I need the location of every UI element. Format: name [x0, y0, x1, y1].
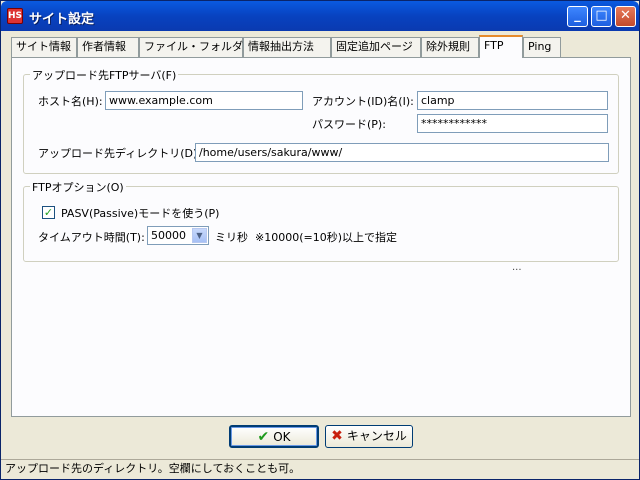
ok-label: OK [273, 430, 291, 444]
timeout-value: 50000 [151, 229, 186, 242]
ftp-options-group-title: FTPオプション(O) [30, 179, 126, 195]
close-button[interactable]: ✕ [615, 6, 636, 27]
title-bar[interactable]: HS サイト設定 _ □ ✕ [1, 1, 639, 31]
timeout-select[interactable]: 50000 ▼ [147, 226, 209, 245]
site-settings-window: HS サイト設定 _ □ ✕ サイト情報 作者情報 ファイル・フォルダ 情報抽出… [0, 0, 640, 480]
host-label: ホスト名(H): [38, 95, 103, 108]
minimize-button[interactable]: _ [567, 6, 588, 27]
tab-fixed-pages[interactable]: 固定追加ページ [331, 37, 421, 57]
directory-input[interactable]: /home/users/sakura/www/ [195, 143, 609, 162]
chevron-down-icon[interactable]: ▼ [192, 228, 207, 243]
tab-ftp[interactable]: FTP [479, 35, 523, 58]
ftp-options-group: FTPオプション(O) ✓ PASV(Passive)モードを使う(P) タイム… [23, 179, 619, 262]
timeout-unit: ミリ秒 [215, 231, 248, 244]
tab-ping[interactable]: Ping [523, 37, 561, 57]
tab-file-folder[interactable]: ファイル・フォルダ [139, 37, 243, 57]
checkmark-icon: ✔ [257, 429, 270, 445]
window-title: サイト設定 [29, 12, 95, 27]
password-input[interactable]: ************ [417, 114, 608, 133]
ftp-panel: アップロード先FTPサーバ(F) ホスト名(H): www.example.co… [11, 57, 631, 417]
ok-button[interactable]: ✔ OK [229, 425, 319, 448]
cancel-label: キャンセル [346, 429, 407, 443]
timeout-label: タイムアウト時間(T): [38, 231, 145, 244]
account-label: アカウント(ID)名(I): [312, 95, 414, 108]
host-input[interactable]: www.example.com [105, 91, 303, 110]
timeout-note: ※10000(=10秒)以上で指定 [255, 231, 398, 244]
status-bar: アップロード先のディレクトリ。空欄にしておくことも可。 [1, 459, 639, 479]
minimize-icon: _ [574, 8, 581, 23]
directory-label: アップロード先ディレクトリ(D): [38, 147, 201, 160]
upload-server-group: アップロード先FTPサーバ(F) ホスト名(H): www.example.co… [23, 67, 619, 174]
maximize-icon: □ [595, 8, 608, 23]
pasv-checkbox[interactable]: ✓ [42, 206, 55, 219]
cancel-button[interactable]: ✖ キャンセル [325, 425, 413, 448]
tab-extract-method[interactable]: 情報抽出方法 [243, 37, 331, 57]
pasv-label[interactable]: PASV(Passive)モードを使う(P) [61, 205, 219, 221]
ellipsis-text: ... [512, 262, 522, 273]
maximize-button[interactable]: □ [591, 6, 612, 27]
tab-site-info[interactable]: サイト情報 [11, 37, 77, 57]
tab-author-info[interactable]: 作者情報 [77, 37, 139, 57]
cross-icon: ✖ [331, 428, 343, 444]
close-icon: ✕ [620, 8, 631, 23]
upload-server-group-title: アップロード先FTPサーバ(F) [30, 67, 179, 83]
app-icon: HS [7, 8, 23, 24]
tab-exclusion-rules[interactable]: 除外規則 [421, 37, 479, 57]
account-input[interactable]: clamp [417, 91, 608, 110]
password-label: パスワード(P): [312, 118, 386, 131]
